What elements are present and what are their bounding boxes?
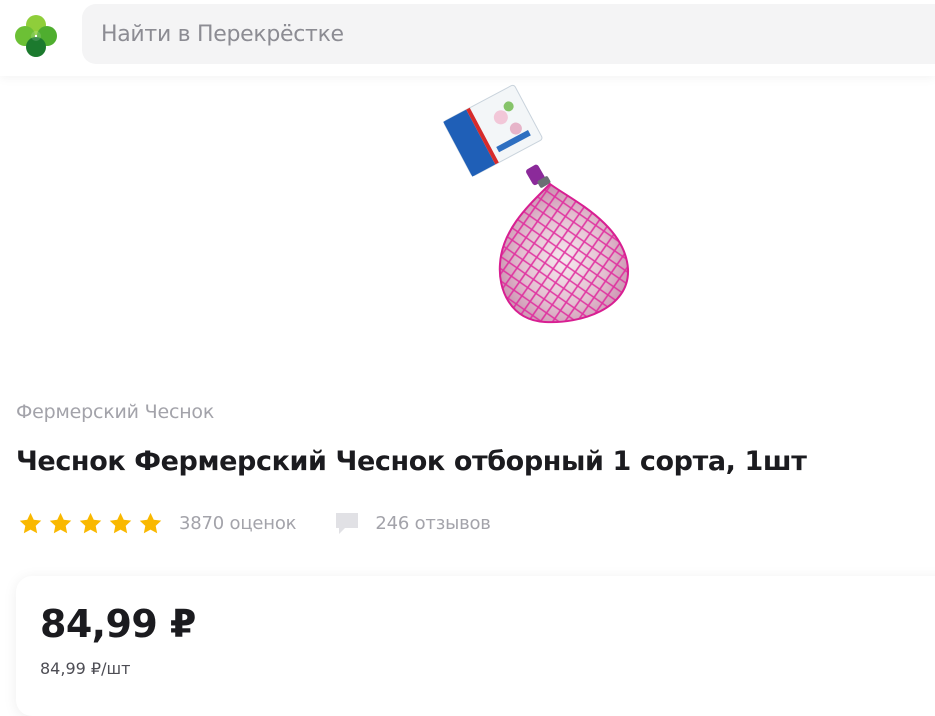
star-icon (139, 512, 162, 533)
product-brand[interactable]: Фермерский Чеснок (16, 401, 214, 423)
reviews-link[interactable]: 246 отзывов (375, 513, 491, 534)
product-price: 84,99 ₽ (40, 602, 196, 646)
price-card: 84,99 ₽ 84,99 ₽/шт (16, 576, 935, 716)
clover-logo-icon[interactable] (8, 8, 64, 64)
search-input[interactable]: Найти в Перекрёстке (82, 4, 935, 64)
comment-icon (336, 513, 359, 534)
product-title: Чеснок Фермерский Чеснок отборный 1 сорт… (16, 446, 807, 477)
star-icon (19, 512, 42, 533)
search-placeholder: Найти в Перекрёстке (101, 21, 344, 47)
star-icon (79, 512, 102, 533)
rating-row: 3870 оценок 246 отзывов (18, 508, 491, 538)
rating-count: 3870 оценок (179, 512, 297, 534)
rating-stars[interactable] (18, 511, 163, 536)
star-icon (49, 512, 72, 533)
header: Найти в Перекрёстке (0, 0, 935, 76)
product-image[interactable] (420, 84, 650, 334)
unit-price: 84,99 ₽/шт (40, 659, 131, 678)
star-icon (109, 512, 132, 533)
